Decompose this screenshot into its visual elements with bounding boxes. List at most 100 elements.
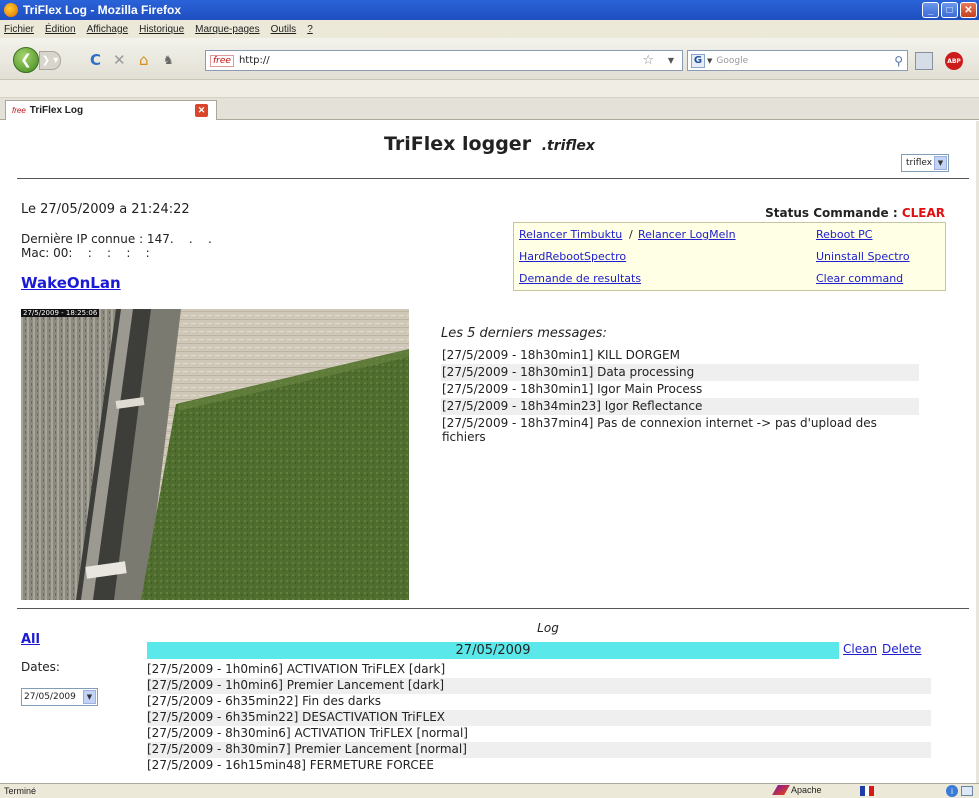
reload-icon[interactable]: C <box>90 51 101 69</box>
last-ip: Dernière IP connue : 147. . . <box>21 232 212 246</box>
log-line: [27/5/2009 - 1h0min6] Premier Lancement … <box>147 678 931 694</box>
chevron-down-icon[interactable]: ▼ <box>83 690 96 704</box>
search-placeholder[interactable]: Google <box>716 56 748 66</box>
log-line: [27/5/2009 - 6h35min22] Fin des darks <box>147 694 382 708</box>
demande-resultats-link[interactable]: Demande de resultats <box>519 272 641 285</box>
reboot-pc-link[interactable]: Reboot PC <box>816 228 872 241</box>
info-icon[interactable]: i <box>946 785 958 797</box>
search-icon[interactable]: ⚲ <box>894 54 903 68</box>
menu-bar: Fichier Édition Affichage Historique Mar… <box>0 20 979 38</box>
camera-timestamp: 27/5/2009 - 18:25:06 <box>21 309 100 317</box>
menu-edition[interactable]: Édition <box>45 24 76 35</box>
tab-favicon: free <box>12 106 26 115</box>
aerial-field-photo <box>21 309 409 600</box>
divider <box>17 608 969 609</box>
close-window-button[interactable]: ✕ <box>960 2 977 18</box>
stop-icon[interactable]: ✕ <box>113 51 126 69</box>
bookmarks-toolbar <box>0 80 979 98</box>
url-bar[interactable]: free http:// ☆ ▼ <box>205 50 683 71</box>
server-indicator: Apache <box>772 785 822 795</box>
clear-command-link[interactable]: Clear command <box>816 272 903 285</box>
log-line: [27/5/2009 - 8h30min7] Premier Lancement… <box>147 742 931 758</box>
log-line: [27/5/2009 - 1h0min6] ACTIVATION TriFLEX… <box>147 662 446 676</box>
dates-label: Dates: <box>21 660 60 674</box>
project-select[interactable]: triflex ▼ <box>901 154 949 172</box>
close-tab-icon[interactable]: ✕ <box>195 104 208 117</box>
mail-icon[interactable] <box>961 786 973 796</box>
maximize-button[interactable]: □ <box>941 2 958 18</box>
page-title: TriFlex logger .triflex <box>0 133 979 155</box>
camera-image: 27/5/2009 - 18:25:06 <box>21 309 409 600</box>
relancer-timbuktu-link[interactable]: Relancer Timbuktu <box>519 228 622 241</box>
search-engine-icon[interactable]: G <box>691 53 705 68</box>
back-button[interactable]: ❮ <box>13 47 39 73</box>
message-item: [27/5/2009 - 18h30min1] Igor Main Proces… <box>442 382 703 396</box>
home-icon[interactable]: ⌂ <box>139 51 149 69</box>
menu-fichier[interactable]: Fichier <box>4 24 34 35</box>
window-title: TriFlex Log - Mozilla Firefox <box>23 3 182 17</box>
relancer-logmein-link[interactable]: Relancer LogMeIn <box>638 228 736 241</box>
menu-help[interactable]: ? <box>307 24 313 35</box>
hard-reboot-spectro-link[interactable]: HardRebootSpectro <box>519 250 626 263</box>
status-command-label: Status Commande : <box>765 206 898 220</box>
mac-address: Mac: 00: : : : : <box>21 246 150 260</box>
all-dates-link[interactable]: All <box>21 632 40 647</box>
message-item: [27/5/2009 - 18h37min4] Pas de connexion… <box>442 416 877 444</box>
french-flag-icon[interactable] <box>860 786 875 796</box>
log-line: [27/5/2009 - 6h35min22] DESACTIVATION Tr… <box>147 710 931 726</box>
tab-strip: free TriFlex Log ✕ <box>0 98 979 120</box>
tab-triflex-log[interactable]: free TriFlex Log ✕ <box>5 100 217 120</box>
firefox-icon <box>4 3 18 17</box>
status-command-value: CLEAR <box>901 206 945 220</box>
url-dropdown-icon[interactable]: ▼ <box>668 56 674 65</box>
connection-info: Dernière IP connue : 147. . . Mac: 00: :… <box>21 232 212 260</box>
page-content: TriFlex logger .triflex triflex ▼ Le 27/… <box>0 121 979 783</box>
project-select-value: triflex <box>906 158 933 168</box>
log-line: [27/5/2009 - 16h15min48] FERMETURE FORCE… <box>147 758 434 772</box>
site-favicon: free <box>210 54 234 67</box>
search-box[interactable]: G ▼ Google ⚲ <box>687 50 908 71</box>
window-titlebar: TriFlex Log - Mozilla Firefox _ □ ✕ <box>0 0 979 20</box>
navigation-toolbar: ❮ ❯ ▾ C ✕ ⌂ ♞ free http:// ☆ ▼ G ▼ Googl… <box>0 38 979 80</box>
server-name: Apache <box>791 785 822 795</box>
page-title-sub: .triflex <box>541 138 595 154</box>
bookmark-manager-icon[interactable]: ♞ <box>163 53 174 67</box>
page-title-main: TriFlex logger <box>384 133 532 155</box>
message-item: [27/5/2009 - 18h30min1] KILL DORGEM <box>442 348 680 362</box>
menu-affichage[interactable]: Affichage <box>87 24 129 35</box>
message-item: [27/5/2009 - 18h34min23] Igor Reflectanc… <box>441 398 919 415</box>
date-select[interactable]: 27/05/2009 ▼ <box>21 688 98 706</box>
status-command: Status Commande : CLEAR <box>765 206 945 220</box>
log-line: [27/5/2009 - 8h30min6] ACTIVATION TriFLE… <box>147 726 468 740</box>
current-datetime: Le 27/05/2009 a 21:24:22 <box>21 202 190 217</box>
divider <box>17 178 969 179</box>
delete-link[interactable]: Delete <box>882 642 921 656</box>
url-text[interactable]: http:// <box>239 55 270 66</box>
menu-marque-pages[interactable]: Marque-pages <box>195 24 259 35</box>
wake-on-lan-link[interactable]: WakeOnLan <box>21 274 121 292</box>
message-item: [27/5/2009 - 18h30min1] Data processing <box>441 364 919 381</box>
tab-title: TriFlex Log <box>29 105 84 116</box>
status-bar: Terminé Apache i <box>0 783 979 798</box>
command-panel: Relancer Timbuktu / Relancer LogMeIn Reb… <box>513 222 946 291</box>
command-separator: / <box>629 228 633 241</box>
last-messages-list: [27/5/2009 - 18h30min1] KILL DORGEM [27/… <box>441 347 919 446</box>
window-controls: _ □ ✕ <box>922 2 977 18</box>
apache-feather-icon <box>772 785 790 795</box>
bookmark-star-icon[interactable]: ☆ <box>642 53 654 68</box>
search-engine-dropdown-icon[interactable]: ▼ <box>707 57 712 65</box>
minimize-button[interactable]: _ <box>922 2 939 18</box>
adblock-icon[interactable]: ABP <box>945 52 963 70</box>
menu-historique[interactable]: Historique <box>139 24 184 35</box>
clean-link[interactable]: Clean <box>843 642 877 656</box>
uninstall-spectro-link[interactable]: Uninstall Spectro <box>816 250 910 263</box>
status-text: Terminé <box>4 786 37 796</box>
menu-outils[interactable]: Outils <box>271 24 297 35</box>
last-messages-title: Les 5 derniers messages: <box>441 326 607 341</box>
log-day-header: 27/05/2009 <box>147 642 839 659</box>
forward-button[interactable]: ❯ ▾ <box>39 51 61 70</box>
log-lines: [27/5/2009 - 1h0min6] ACTIVATION TriFLEX… <box>147 662 931 774</box>
page-tools-icon[interactable] <box>915 52 933 70</box>
log-title: Log <box>537 621 559 635</box>
chevron-down-icon[interactable]: ▼ <box>934 156 947 170</box>
